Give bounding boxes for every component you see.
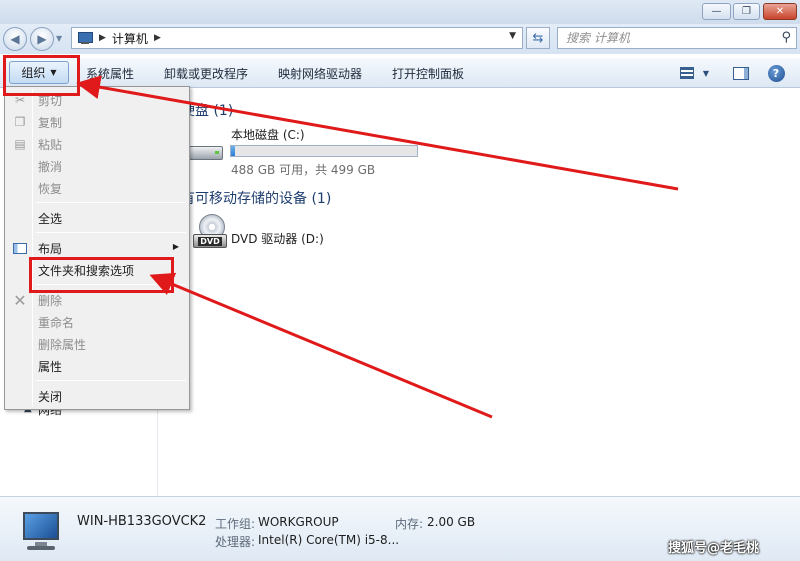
workgroup-label: 工作组: [215, 517, 256, 531]
menu-item-select-all-label: 全选 [38, 212, 63, 226]
chevron-down-icon: ▼ [702, 68, 710, 78]
menu-item-redo[interactable]: 恢复 [7, 177, 187, 199]
menu-item-close-label: 关闭 [38, 390, 63, 404]
paste-icon: ▤ [14, 137, 26, 151]
drive-c-capacity-bar [230, 145, 418, 157]
breadcrumb-chevron-icon[interactable]: ▶ [154, 33, 161, 43]
forward-button[interactable]: ▶ [30, 27, 54, 51]
open-control-panel-button[interactable]: 打开控制面板 [392, 65, 464, 82]
change-view-button[interactable] [677, 64, 697, 82]
back-button[interactable]: ◀ [3, 27, 27, 51]
menu-item-rename-label: 重命名 [38, 316, 75, 330]
drive-c-free-space: 488 GB 可用，共 499 GB [231, 163, 376, 177]
copy-icon: ❐ [14, 115, 26, 129]
maximize-button[interactable]: ❐ [733, 3, 760, 20]
drive-d[interactable]: DVD DVD 驱动器 (D:) [193, 214, 393, 258]
breadcrumb-separator-icon[interactable]: ▶ [99, 33, 106, 43]
search-box[interactable]: ⚲ [557, 27, 797, 49]
menu-item-layout[interactable]: 布局 ▶ [7, 237, 187, 259]
watermark-text: 搜狐号@老毛桃 [668, 541, 760, 556]
menu-item-rename[interactable]: 重命名 [7, 311, 187, 333]
view-icon [680, 67, 694, 79]
menu-item-close[interactable]: 关闭 [7, 385, 187, 407]
dvd-icon-label: DVD [198, 236, 222, 246]
view-options-dropdown[interactable]: ▼ [700, 64, 712, 82]
breadcrumb-computer[interactable]: 计算机 [112, 30, 148, 47]
close-button[interactable]: ✕ [763, 3, 797, 20]
command-bar: 组织 ▼ 系统属性 卸载或更改程序 映射网络驱动器 打开控制面板 ▼ ? [0, 58, 800, 88]
workgroup-value: WORKGROUP [258, 515, 339, 529]
memory-value: 2.00 GB [427, 515, 476, 529]
group-header-removable[interactable]: 有可移动存储的设备 (1) [181, 188, 331, 208]
menu-separator [36, 232, 186, 233]
recent-pages-dropdown[interactable]: ▼ [56, 34, 62, 43]
system-properties-button[interactable]: 系统属性 [86, 65, 134, 82]
forward-arrow-icon: ▶ [37, 32, 47, 46]
menu-item-delete-label: 删除 [38, 294, 63, 308]
file-list: 硬盘 (1) 本地磁盘 (C:) 488 GB 可用，共 499 GB 有可移动… [159, 88, 800, 496]
help-button[interactable]: ? [767, 64, 785, 82]
menu-item-layout-label: 布局 [38, 242, 63, 256]
annotation-box-organize [3, 55, 80, 96]
refresh-icon: ⇆ [532, 30, 544, 46]
menu-item-properties[interactable]: 属性 [7, 355, 187, 377]
submenu-arrow-icon: ▶ [172, 242, 179, 251]
organize-menu: ✂ 剪切 ❐ 复制 ▤ 粘贴 撤消 恢复 全选 布局 ▶ 文件夹和搜索选项 ✕ … [4, 86, 190, 410]
drive-d-name: DVD 驱动器 (D:) [231, 232, 324, 246]
dvd-drive-icon: DVD [193, 214, 229, 256]
hard-drive-icon [189, 142, 227, 162]
computer-icon [77, 32, 93, 44]
computer-icon [19, 512, 63, 552]
address-history-dropdown[interactable]: ▼ [509, 31, 516, 41]
layout-icon [12, 240, 28, 256]
menu-separator [36, 380, 186, 381]
back-arrow-icon: ◀ [10, 32, 20, 46]
search-icon[interactable]: ⚲ [781, 30, 791, 45]
preview-pane-button[interactable] [731, 64, 751, 82]
drive-c[interactable]: 本地磁盘 (C:) 488 GB 可用，共 499 GB [189, 124, 429, 177]
menu-item-remove-properties-label: 删除属性 [38, 338, 87, 352]
annotation-box-folder-options [29, 257, 174, 293]
menu-item-undo[interactable]: 撤消 [7, 155, 187, 177]
preview-pane-icon [733, 66, 749, 80]
refresh-button[interactable]: ⇆ [526, 27, 550, 49]
close-icon: ✕ [775, 6, 785, 17]
computer-name: WIN-HB133GOVCK2 [77, 514, 207, 529]
menu-item-copy-label: 复制 [38, 116, 63, 130]
menu-item-paste-label: 粘贴 [38, 138, 63, 152]
search-input[interactable] [566, 30, 766, 46]
minimize-icon: — [711, 6, 722, 17]
minimize-button[interactable]: — [702, 3, 731, 20]
menu-item-paste[interactable]: ▤ 粘贴 [7, 133, 187, 155]
drive-c-name: 本地磁盘 (C:) [231, 128, 305, 142]
menu-item-redo-label: 恢复 [38, 182, 63, 196]
maximize-icon: ❐ [742, 6, 751, 17]
drive-c-capacity-fill [231, 146, 236, 156]
uninstall-program-button[interactable]: 卸载或更改程序 [164, 65, 248, 82]
help-icon: ? [767, 64, 785, 82]
menu-item-copy[interactable]: ❐ 复制 [7, 111, 187, 133]
menu-item-select-all[interactable]: 全选 [7, 207, 187, 229]
menu-item-remove-properties[interactable]: 删除属性 [7, 333, 187, 355]
address-row: ◀ ▶ ▼ ▶ 计算机 ▶ ▼ ⇆ ⚲ [0, 24, 800, 54]
menu-separator [36, 202, 186, 203]
address-bar[interactable]: ▶ 计算机 ▶ ▼ [71, 27, 523, 49]
delete-x-icon: ✕ [13, 290, 27, 310]
memory-label: 内存: [395, 517, 424, 531]
map-network-drive-button[interactable]: 映射网络驱动器 [278, 65, 362, 82]
cpu-label: 处理器: [215, 535, 256, 549]
cpu-value: Intel(R) Core(TM) i5-8... [258, 533, 400, 547]
menu-item-properties-label: 属性 [38, 360, 63, 374]
title-bar: — ❐ ✕ [0, 0, 800, 24]
menu-item-undo-label: 撤消 [38, 160, 63, 174]
